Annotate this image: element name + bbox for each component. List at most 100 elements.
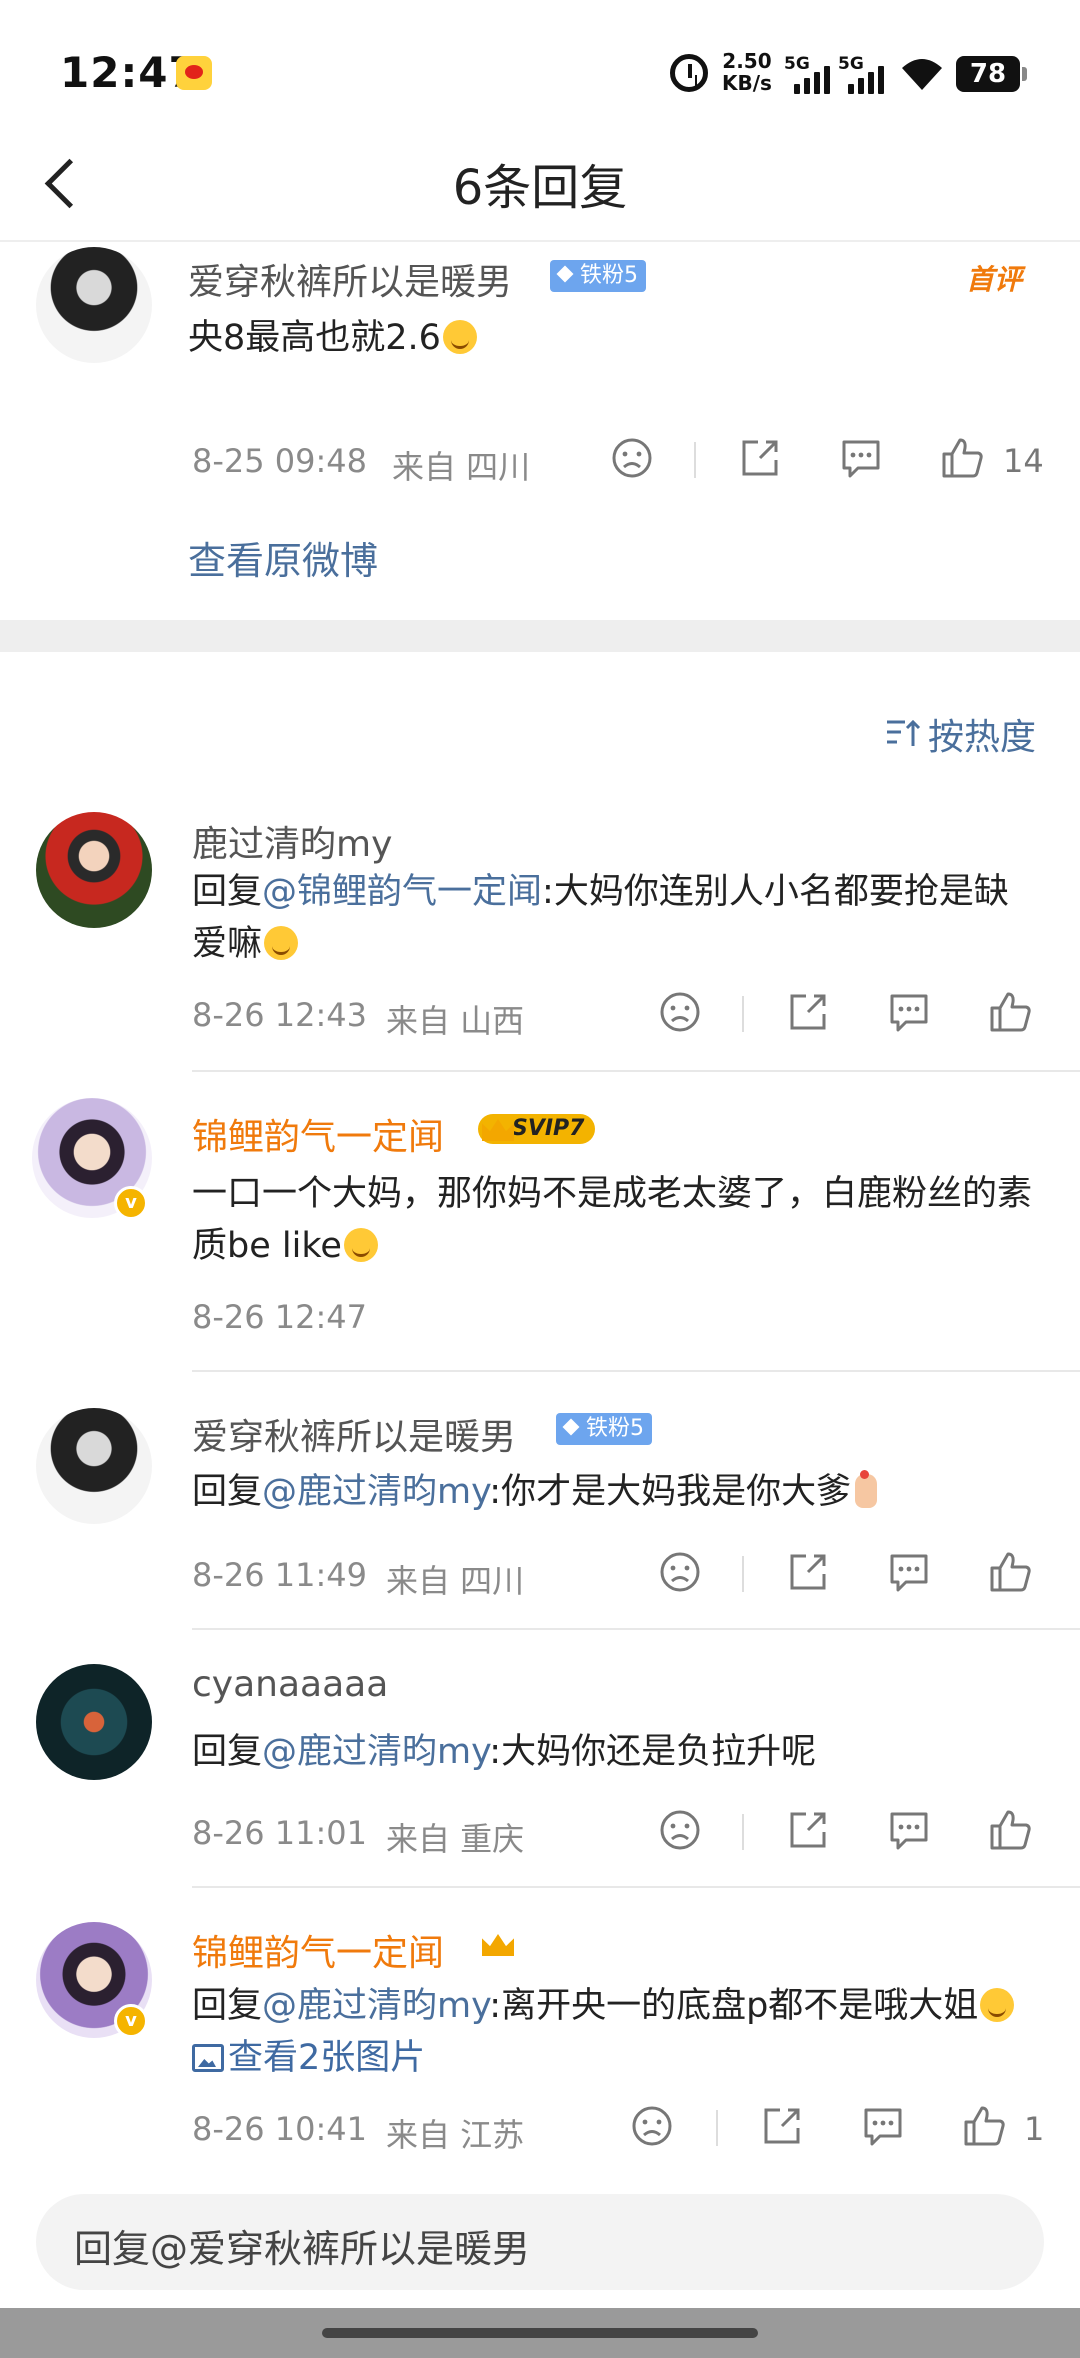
- mention-link[interactable]: @鹿过清昀my: [262, 1986, 489, 2026]
- view-original-link[interactable]: 查看原微博: [188, 530, 378, 585]
- repost-button[interactable]: [738, 436, 782, 486]
- page-title: 6条回复: [452, 160, 628, 216]
- comment-time: 8-26 11:01: [192, 1814, 368, 1852]
- mention-link[interactable]: @鹿过清昀my: [262, 1732, 489, 1772]
- frown-icon: [612, 438, 652, 478]
- reply-input[interactable]: 回复@爱穿秋裤所以是暖男: [36, 2194, 1044, 2290]
- username[interactable]: 锦鲤韵气一定闻: [192, 1924, 444, 1976]
- comment-text: 回复@鹿过清昀my:你才是大妈我是你大爹: [192, 1466, 1042, 1518]
- divider: [742, 1556, 744, 1592]
- finger-heart-emoji-icon: [855, 1470, 878, 1508]
- like-count: 1: [1024, 2110, 1045, 2148]
- fan-badge[interactable]: 铁粉5: [550, 260, 646, 292]
- home-indicator[interactable]: [322, 2328, 758, 2338]
- verified-badge-icon: v: [114, 2004, 148, 2038]
- comment-text: 回复@鹿过清昀my:大妈你还是负拉升呢: [192, 1732, 817, 1772]
- thumbs-up-icon: [964, 2106, 1005, 2146]
- crown-icon: [478, 1111, 518, 1145]
- smirk-emoji-icon: [343, 1228, 378, 1262]
- laugh-cry-emoji-icon: [442, 320, 477, 354]
- username[interactable]: 爱穿秋裤所以是暖男: [188, 253, 512, 305]
- share-icon: [790, 994, 826, 1030]
- battery-icon: 78: [956, 56, 1027, 92]
- divider: [192, 1628, 1080, 1630]
- comment-button[interactable]: [886, 1550, 932, 1600]
- comment-time: 8-26 12:43: [192, 996, 368, 1034]
- thumbs-up-icon: [942, 438, 983, 478]
- comment-time: 8-26 11:49: [192, 1556, 368, 1594]
- fan-badge[interactable]: 铁粉5: [556, 1413, 652, 1445]
- comment-button[interactable]: [886, 990, 932, 1040]
- signal-icon: 5G: [784, 54, 844, 94]
- nav-bar: 6条回复: [0, 130, 1080, 242]
- dislike-button[interactable]: [658, 1808, 702, 1858]
- comment-location: 来自 江苏: [386, 2116, 525, 2154]
- dislike-button[interactable]: [630, 2104, 674, 2154]
- comment-icon: [864, 2108, 902, 2146]
- frown-icon: [660, 992, 700, 1032]
- divider: [192, 1070, 1080, 1072]
- dislike-button[interactable]: [610, 436, 654, 486]
- sort-icon: [887, 719, 921, 746]
- signal-icon: 5G: [838, 54, 898, 94]
- avatar[interactable]: [36, 812, 152, 928]
- share-icon: [764, 2108, 800, 2144]
- like-button[interactable]: [962, 2104, 1008, 2154]
- network-speed: 2.50 KB/s: [722, 49, 772, 95]
- first-comment-tag: 首评: [966, 263, 1023, 296]
- sort-by-hot-button[interactable]: 按热度: [928, 708, 1036, 760]
- repost-button[interactable]: [786, 1808, 830, 1858]
- repost-button[interactable]: [786, 1550, 830, 1600]
- share-icon: [742, 440, 778, 476]
- image-icon: [192, 2044, 224, 2072]
- username[interactable]: cyanaaaaa: [192, 1664, 388, 1705]
- like-button[interactable]: [940, 436, 986, 486]
- like-button[interactable]: [988, 990, 1034, 1040]
- avatar[interactable]: [36, 1664, 152, 1780]
- comment-time: 8-25 09:48: [192, 442, 368, 480]
- svip-badge[interactable]: SVIP7: [478, 1114, 595, 1144]
- mention-link[interactable]: @锦鲤韵气一定闻: [262, 872, 542, 912]
- comment-text: 回复@锦鲤韵气一定闻:大妈你连别人小名都要抢是缺爱嘛: [192, 872, 1009, 964]
- thumbs-up-icon: [990, 1552, 1031, 1592]
- repost-button[interactable]: [760, 2104, 804, 2154]
- view-images-link[interactable]: 查看2张图片: [192, 2038, 425, 2078]
- divider: [694, 442, 696, 478]
- divider: [192, 1370, 1080, 1372]
- comment-text: 回复@鹿过清昀my:离开央一的底盘p都不是哦大姐 查看2张图片: [192, 1980, 1042, 2084]
- comment-location: 来自 四川: [392, 448, 531, 486]
- like-count: 14: [1003, 442, 1044, 480]
- avatar[interactable]: [36, 1408, 152, 1524]
- thumbs-up-icon: [990, 992, 1031, 1032]
- comment-icon: [842, 440, 880, 478]
- comment-button[interactable]: [838, 436, 884, 486]
- divider: [716, 2110, 718, 2146]
- comment-text: 央8最高也就2.6: [188, 312, 477, 364]
- repost-button[interactable]: [786, 990, 830, 1040]
- shy-emoji-icon: [264, 926, 299, 960]
- like-button[interactable]: [988, 1808, 1034, 1858]
- username[interactable]: 爱穿秋裤所以是暖男: [192, 1408, 516, 1460]
- avatar[interactable]: [36, 247, 152, 363]
- yummy-emoji-icon: [980, 1988, 1015, 2022]
- comment-location: 来自 山西: [386, 1002, 525, 1040]
- comment-button[interactable]: [886, 1808, 932, 1858]
- comment-text: 一口一个大妈，那你妈不是成老太婆了，白鹿粉丝的素质be like: [192, 1174, 1033, 1266]
- weibo-notification-icon: [176, 56, 212, 90]
- share-icon: [790, 1554, 826, 1590]
- divider: [742, 1814, 744, 1850]
- mention-link[interactable]: @鹿过清昀my: [262, 1472, 489, 1512]
- like-button[interactable]: [988, 1550, 1034, 1600]
- comment-icon: [890, 994, 928, 1032]
- divider: [742, 996, 744, 1032]
- thumbs-up-icon: [990, 1810, 1031, 1850]
- crown-icon: [478, 1926, 518, 1960]
- dislike-button[interactable]: [658, 1550, 702, 1600]
- comment-icon: [890, 1554, 928, 1592]
- username[interactable]: 鹿过清昀my: [192, 815, 392, 867]
- comment-button[interactable]: [860, 2104, 906, 2154]
- comment-location: 来自 重庆: [386, 1820, 525, 1858]
- username[interactable]: 锦鲤韵气一定闻: [192, 1108, 444, 1160]
- dislike-button[interactable]: [658, 990, 702, 1040]
- alarm-icon: [670, 54, 708, 92]
